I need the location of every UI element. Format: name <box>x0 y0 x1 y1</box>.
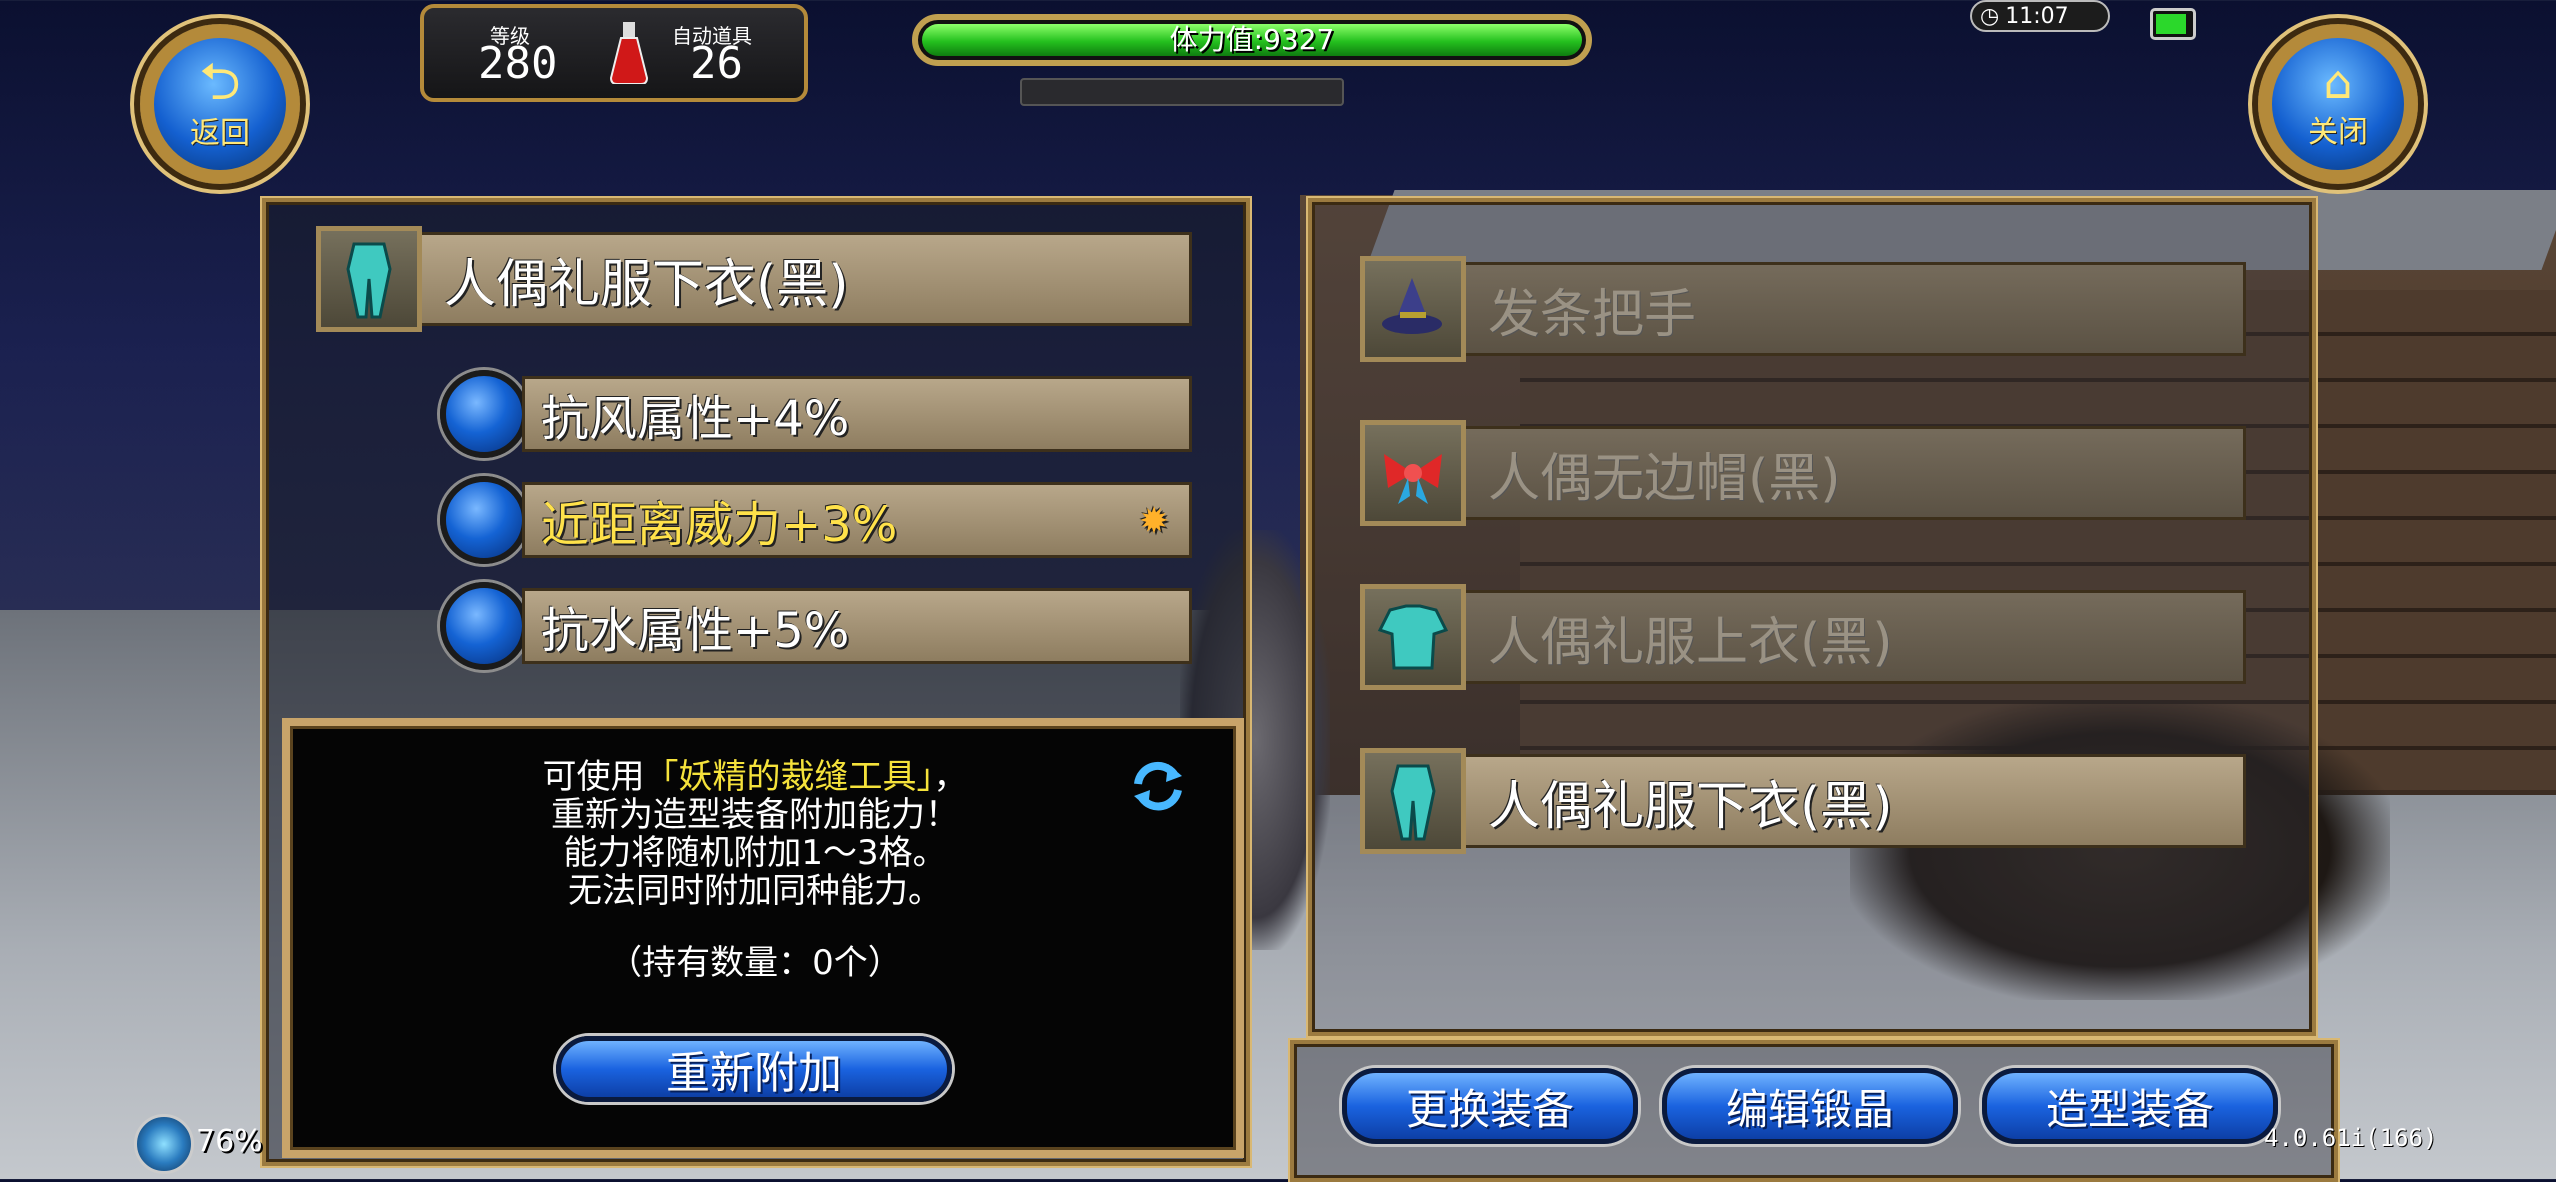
armor-lower-icon <box>316 226 422 332</box>
equipment-item[interactable]: 人偶无边帽(黑) <box>1360 420 2246 526</box>
selected-item-header: 人偶礼服下衣(黑) <box>316 226 1192 332</box>
potion-icon <box>609 22 649 85</box>
armor-lower-icon <box>1360 748 1466 854</box>
auto-item-value: 26 <box>690 38 743 89</box>
equipment-item-selected[interactable]: 人偶礼服下衣(黑) <box>1360 748 2246 854</box>
equipment-item-name: 人偶无边帽(黑) <box>1466 426 2246 520</box>
secondary-gauge <box>1020 78 1344 106</box>
info-line-1-pre: 可使用 <box>542 757 645 797</box>
info-description: 可使用「妖精的裁缝工具」， 重新为造型装备附加能力！ 能力将随机附加1～3格。 … <box>290 758 1220 982</box>
blue-orb-icon <box>440 582 528 670</box>
equipment-item-name: 发条把手 <box>1466 262 2246 356</box>
info-line-1-post: ， <box>933 757 968 797</box>
style-equipment-button[interactable]: 造型装备 <box>1982 1068 2278 1144</box>
blue-orb-icon <box>440 370 528 458</box>
clock-display: ◷ 11:07 <box>1970 0 2110 32</box>
clock-time: 11:07 <box>2005 3 2069 29</box>
return-arrow-icon: ⮌ <box>199 52 241 112</box>
home-icon: ⌂ <box>2323 55 2353 109</box>
change-equipment-button[interactable]: 更换装备 <box>1342 1068 1638 1144</box>
star-icon: ✹ <box>1138 501 1169 542</box>
ribbon-icon <box>1360 420 1466 526</box>
equipment-item-name: 人偶礼服上衣(黑) <box>1466 590 2246 684</box>
percent-indicator: 76% <box>196 1124 263 1159</box>
equipment-item[interactable]: 人偶礼服上衣(黑) <box>1360 584 2246 690</box>
edit-crystal-button[interactable]: 编辑锻晶 <box>1662 1068 1958 1144</box>
close-button[interactable]: ⌂ 关闭 <box>2258 24 2418 184</box>
attribute-label-text: 近距离威力+3% <box>541 497 898 553</box>
armor-upper-icon <box>1360 584 1466 690</box>
equipment-item-name: 人偶礼服下衣(黑) <box>1466 754 2246 848</box>
stamina-label: 体力值:9327 <box>1169 23 1335 56</box>
info-box: 可使用「妖精的裁缝工具」， 重新为造型装备附加能力！ 能力将随机附加1～3格。 … <box>282 718 1244 1158</box>
info-line-2: 重新为造型装备附加能力！ <box>551 795 959 835</box>
info-line-4: 无法同时附加同种能力。 <box>568 871 942 911</box>
battery-level <box>2156 14 2186 34</box>
info-line-1: 可使用「妖精的裁缝工具」， <box>290 758 1220 796</box>
quantity-label: （持有数量：0个） <box>608 943 902 983</box>
info-line-3: 能力将随机附加1～3格。 <box>563 833 947 873</box>
attribute-label: 近距离威力+3% ✹ <box>522 482 1192 558</box>
blue-orb-icon <box>440 476 528 564</box>
close-button-label: 关闭 <box>2308 115 2368 150</box>
attribute-label: 抗水属性+5% <box>522 588 1192 664</box>
level-stats-panel: 等级 280 自动道具 26 <box>420 4 808 102</box>
selected-item-name: 人偶礼服下衣(黑) <box>422 232 1192 326</box>
reattach-button[interactable]: 重新附加 <box>556 1036 952 1102</box>
attribute-row[interactable]: 近距离威力+3% ✹ <box>440 476 1192 564</box>
clock-icon: ◷ <box>1980 3 2000 29</box>
back-button[interactable]: ⮌ 返回 <box>140 24 300 184</box>
version-label: 4.0.61i(166) <box>2264 1124 2438 1152</box>
witch-hat-icon <box>1360 256 1466 362</box>
back-button-label: 返回 <box>190 116 250 151</box>
tailor-tool-name: 「妖精的裁缝工具」 <box>644 757 934 797</box>
equipment-item[interactable]: 发条把手 <box>1360 256 2246 362</box>
attribute-row[interactable]: 抗风属性+4% <box>440 370 1192 458</box>
attribute-label: 抗风属性+4% <box>522 376 1192 452</box>
battery-icon <box>2150 8 2196 40</box>
attribute-row[interactable]: 抗水属性+5% <box>440 582 1192 670</box>
level-value: 280 <box>478 38 558 89</box>
network-orb-icon <box>134 1114 194 1174</box>
